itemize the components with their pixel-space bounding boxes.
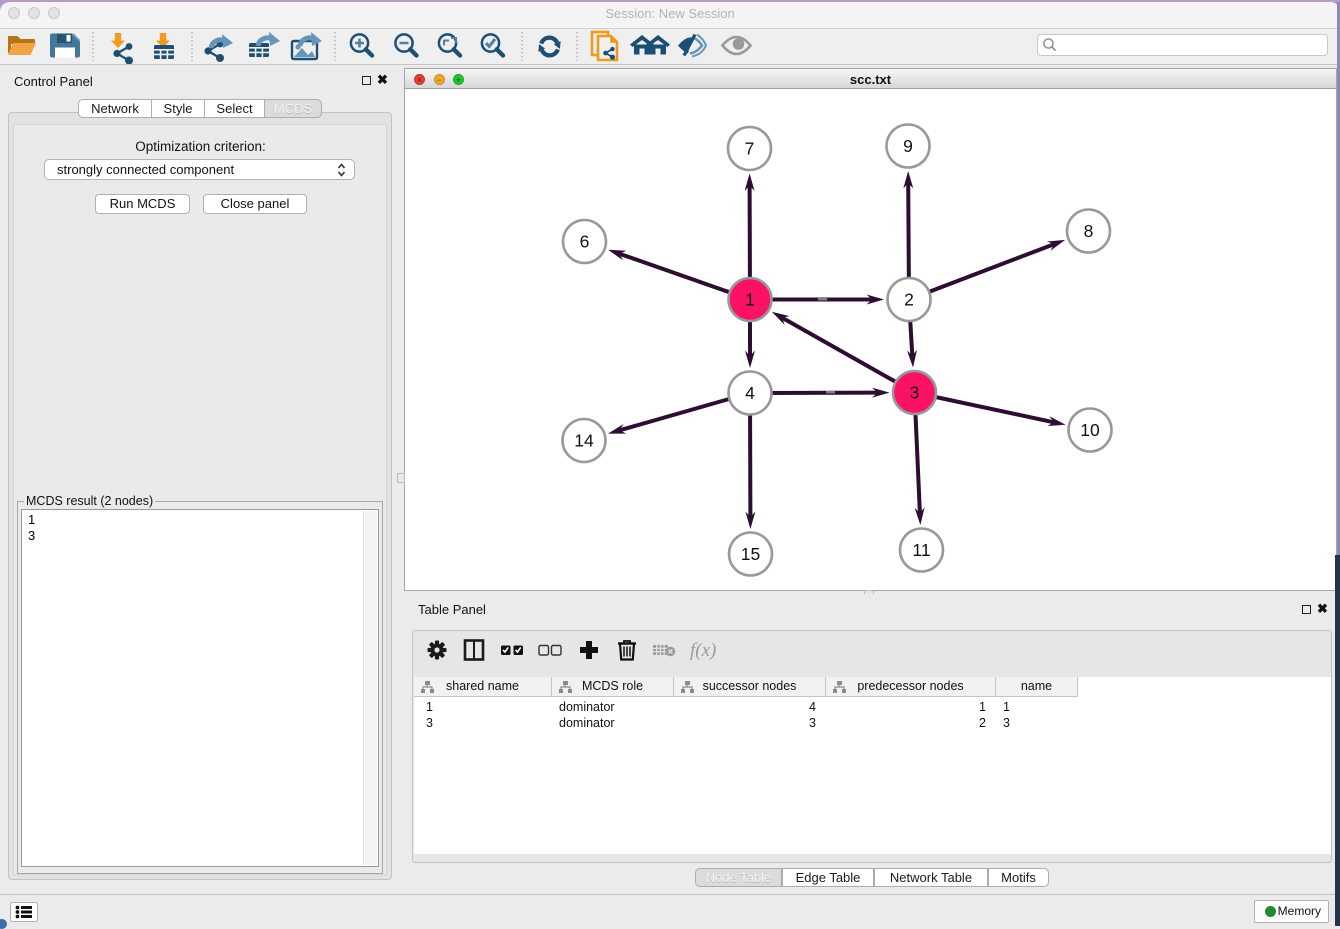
svg-text:2: 2 — [904, 290, 914, 310]
svg-text:14: 14 — [574, 431, 594, 451]
svg-text:9: 9 — [903, 136, 913, 156]
svg-text:8: 8 — [1084, 221, 1094, 241]
svg-text:10: 10 — [1080, 420, 1100, 440]
svg-text:11: 11 — [912, 540, 930, 560]
svg-text:3: 3 — [910, 383, 920, 403]
svg-text:6: 6 — [580, 232, 590, 252]
svg-text:4: 4 — [745, 383, 755, 403]
svg-text:1: 1 — [745, 290, 755, 310]
svg-text:15: 15 — [741, 544, 760, 564]
svg-text:f(x): f(x) — [690, 640, 716, 661]
svg-text:7: 7 — [745, 139, 755, 159]
